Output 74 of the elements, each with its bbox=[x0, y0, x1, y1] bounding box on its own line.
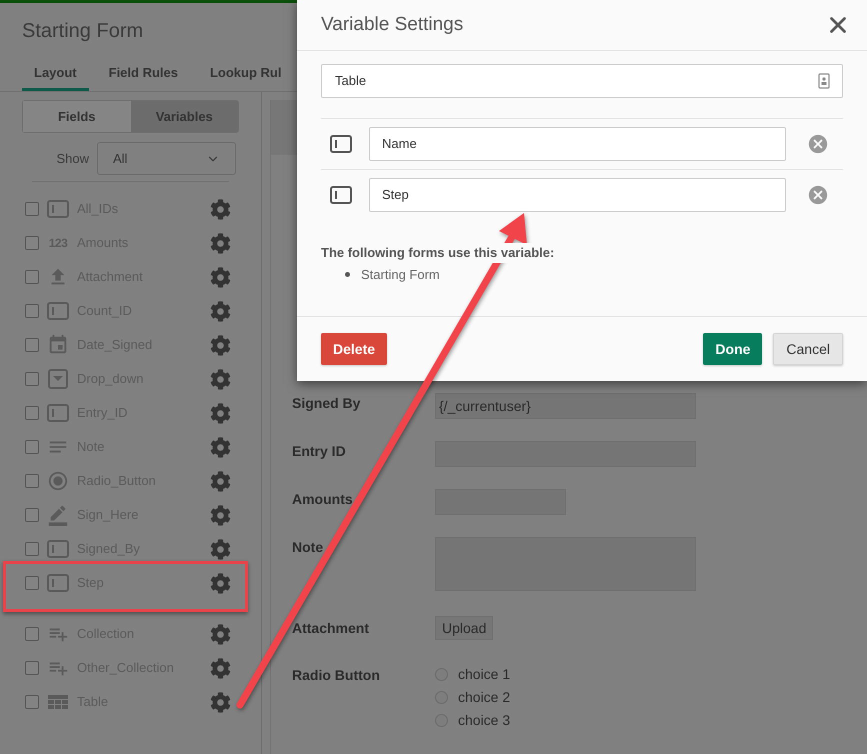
text-field-icon bbox=[47, 302, 69, 320]
checkbox[interactable] bbox=[25, 406, 39, 420]
field-label: Note bbox=[292, 538, 324, 557]
checkbox[interactable] bbox=[25, 270, 39, 284]
dialog-button[interactable]: Delete bbox=[321, 333, 388, 365]
tab[interactable]: Layout bbox=[22, 62, 89, 91]
show-label: Show bbox=[56, 150, 89, 168]
contact-card-icon bbox=[818, 73, 830, 89]
segment-tab[interactable]: Variables bbox=[130, 101, 238, 132]
settings-icon[interactable] bbox=[210, 470, 231, 492]
checkbox[interactable] bbox=[25, 440, 39, 454]
checkbox[interactable] bbox=[25, 338, 39, 352]
settings-icon[interactable] bbox=[210, 692, 231, 712]
checkbox[interactable] bbox=[25, 661, 39, 675]
settings-icon[interactable] bbox=[210, 232, 231, 254]
settings-icon[interactable] bbox=[210, 572, 231, 594]
text-field-icon bbox=[47, 540, 69, 558]
remove-icon[interactable] bbox=[807, 133, 829, 155]
checkbox[interactable] bbox=[25, 627, 39, 641]
text-field-icon bbox=[47, 404, 69, 422]
settings-icon[interactable] bbox=[210, 198, 231, 220]
page-title: Starting Form bbox=[22, 19, 144, 44]
checkbox[interactable] bbox=[25, 695, 39, 709]
settings-icon[interactable] bbox=[210, 300, 231, 322]
show-select[interactable]: All bbox=[97, 142, 236, 175]
remove-icon[interactable] bbox=[807, 184, 829, 206]
settings-icon[interactable] bbox=[210, 504, 231, 526]
settings-icon[interactable] bbox=[210, 436, 231, 458]
column-name-field[interactable]: Step bbox=[369, 178, 786, 212]
settings-icon[interactable] bbox=[210, 658, 231, 678]
form-name: Starting Form bbox=[361, 266, 440, 284]
checkbox[interactable] bbox=[25, 236, 39, 250]
variable-name-field[interactable]: Table bbox=[321, 64, 843, 98]
usage-text: The following forms use this variable: bbox=[321, 243, 554, 262]
dropdown-icon bbox=[47, 369, 69, 389]
text-field-icon bbox=[47, 200, 69, 218]
settings-icon[interactable] bbox=[210, 334, 231, 356]
tab[interactable]: Field Rules bbox=[96, 62, 190, 91]
column-name-field[interactable]: Name bbox=[369, 127, 786, 161]
checkbox[interactable] bbox=[25, 304, 39, 318]
checkbox[interactable] bbox=[25, 372, 39, 386]
field-label: Radio Button bbox=[292, 666, 381, 685]
radio-label: choice 1 bbox=[458, 665, 510, 683]
field-label: Signed By bbox=[292, 394, 362, 413]
tab[interactable]: Lookup Rul bbox=[198, 62, 294, 91]
input-field[interactable]: {/_currentuser} bbox=[435, 393, 696, 419]
field-label: Entry ID bbox=[292, 442, 347, 461]
dialog-button[interactable]: Done bbox=[703, 333, 762, 365]
settings-icon[interactable] bbox=[210, 538, 231, 560]
upload-button[interactable]: Upload bbox=[435, 616, 494, 640]
field-label: Amounts bbox=[292, 490, 354, 509]
checkbox[interactable] bbox=[25, 508, 39, 522]
settings-icon[interactable] bbox=[210, 266, 231, 288]
checkbox[interactable] bbox=[25, 474, 39, 488]
checkbox[interactable] bbox=[25, 202, 39, 216]
bullet-icon bbox=[345, 272, 350, 277]
radio-icon bbox=[47, 470, 69, 492]
text-field-icon bbox=[330, 186, 352, 204]
dialog-title: Variable Settings bbox=[321, 12, 464, 37]
segment-tab[interactable]: Fields bbox=[23, 101, 130, 132]
radio-label: choice 3 bbox=[458, 711, 510, 729]
dialog-button[interactable]: Cancel bbox=[773, 333, 843, 365]
calendar-icon bbox=[47, 334, 69, 356]
radio-label: choice 2 bbox=[458, 688, 510, 706]
settings-icon[interactable] bbox=[210, 402, 231, 424]
table-icon bbox=[47, 694, 69, 710]
settings-icon[interactable] bbox=[210, 624, 231, 644]
field-label: Attachment bbox=[292, 619, 370, 638]
text-field-icon bbox=[330, 135, 352, 153]
settings-icon[interactable] bbox=[210, 368, 231, 390]
checkbox[interactable] bbox=[25, 576, 39, 590]
text-field-icon bbox=[47, 574, 69, 592]
pen-icon bbox=[47, 504, 69, 526]
checkbox[interactable] bbox=[25, 542, 39, 556]
